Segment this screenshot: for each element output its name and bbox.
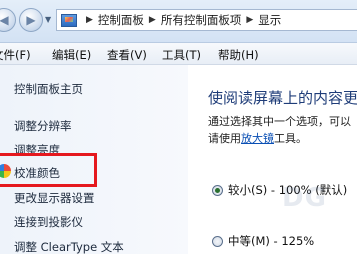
description-suffix: 工具。 xyxy=(274,132,307,145)
option-smaller[interactable]: 较小(S) - 100% (默认) xyxy=(212,182,347,198)
radio-button-checked[interactable] xyxy=(212,184,223,196)
back-button[interactable]: ◀ xyxy=(0,8,16,32)
option-medium[interactable]: 中等(M) - 125% xyxy=(212,233,314,249)
task-adjust-resolution[interactable]: 调整分辨率 xyxy=(14,118,72,134)
description-line-1: 通过选择其中一个选项，可以 xyxy=(208,115,351,128)
task-connect-projector[interactable]: 连接到投影仪 xyxy=(14,214,83,230)
control-panel-icon xyxy=(61,13,77,27)
option-medium-label: 中等(M) - 125% xyxy=(228,234,315,248)
menu-help[interactable]: 帮助(H) xyxy=(218,47,259,63)
display-content: 使阅读屏幕上的内容更 通过选择其中一个选项，可以 请使用放大镜工具。 较小(S)… xyxy=(188,65,357,254)
task-control-panel-home[interactable]: 控制面板主页 xyxy=(14,81,83,97)
magnifier-link[interactable]: 放大镜 xyxy=(241,132,274,145)
breadcrumb-separator-icon[interactable]: ▶ xyxy=(246,15,253,25)
address-bar: ◀ ▶ ▼ ▶ 控制面板 ▶ 所有控制面板项 ▶ 显示 xyxy=(0,0,357,43)
page-title: 使阅读屏幕上的内容更 xyxy=(208,89,357,107)
menu-tools[interactable]: 工具(T) xyxy=(162,47,201,63)
breadcrumb-display[interactable]: 显示 xyxy=(258,12,281,28)
back-arrow-icon: ◀ xyxy=(0,13,9,27)
breadcrumb-separator-icon[interactable]: ▶ xyxy=(86,15,93,25)
forward-button[interactable]: ▶ xyxy=(19,8,43,32)
menu-bar: 文件(F) 编辑(E) 查看(V) 工具(T) 帮助(H) xyxy=(0,43,357,65)
menu-file[interactable]: 文件(F) xyxy=(0,47,31,63)
menu-edit[interactable]: 编辑(E) xyxy=(52,47,91,63)
task-change-display-settings[interactable]: 更改显示器设置 xyxy=(14,190,95,206)
watermark: DG xyxy=(282,183,327,213)
breadcrumb-control-panel[interactable]: 控制面板 xyxy=(98,12,144,28)
highlight-box xyxy=(0,153,97,187)
description-line-2: 请使用放大镜工具。 xyxy=(208,130,307,146)
task-pane: 控制面板主页 调整分辨率 调整亮度 校准颜色 更改显示器设置 连接到投影仪 调整… xyxy=(0,65,188,254)
breadcrumb-separator-icon[interactable]: ▶ xyxy=(149,15,156,25)
menu-view[interactable]: 查看(V) xyxy=(107,47,147,63)
address-box[interactable]: ▶ 控制面板 ▶ 所有控制面板项 ▶ 显示 xyxy=(56,9,357,31)
radio-button[interactable] xyxy=(212,235,223,247)
forward-arrow-icon: ▶ xyxy=(26,13,36,27)
task-adjust-cleartype[interactable]: 调整 ClearType 文本 xyxy=(14,239,124,255)
recent-pages-dropdown-icon[interactable]: ▼ xyxy=(45,15,51,24)
description-prefix: 请使用 xyxy=(208,132,241,145)
breadcrumb-all-items[interactable]: 所有控制面板项 xyxy=(161,12,242,28)
